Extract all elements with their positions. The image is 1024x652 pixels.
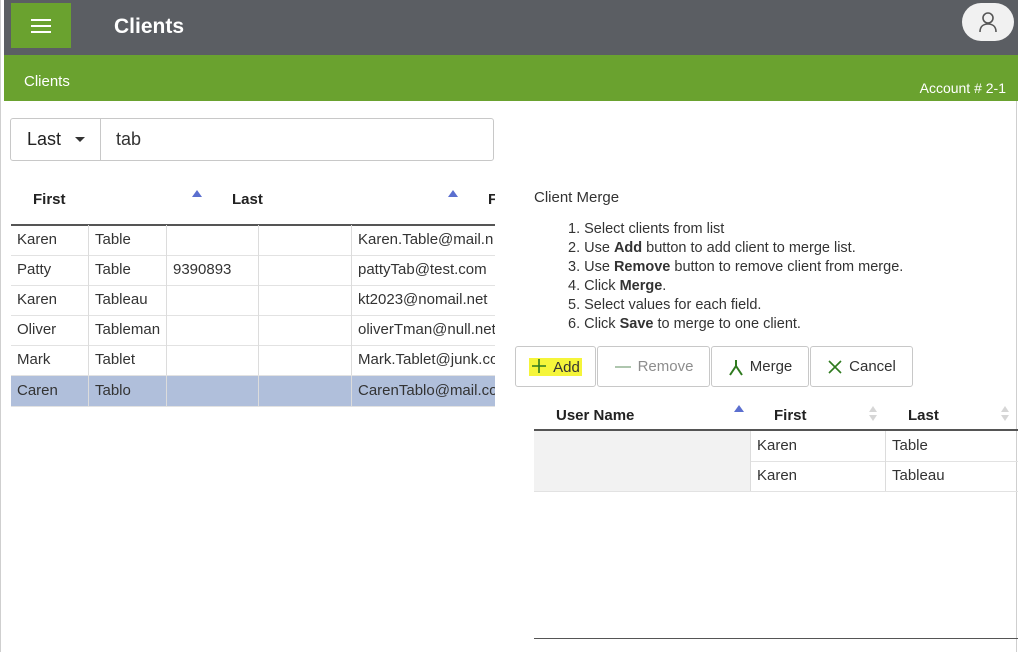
cell-last: Table	[892, 437, 928, 454]
cell-phone	[167, 376, 259, 406]
search-field-label: Last	[27, 129, 62, 149]
cell-user-name	[534, 461, 751, 491]
sort-ascending-icon[interactable]	[734, 405, 744, 412]
column-header-first[interactable]: First	[774, 407, 807, 424]
cell-first: Karen	[11, 225, 89, 255]
cell-first: Caren	[11, 376, 89, 406]
table-row[interactable]: Karen Tableau	[534, 461, 1018, 492]
cell-extra	[259, 345, 352, 375]
user-account-button[interactable]	[962, 3, 1014, 41]
cell-phone	[167, 285, 259, 315]
page-title: Clients	[114, 15, 185, 38]
cell-extra	[259, 376, 352, 406]
instruction-step: 6. Click Save to merge to one client.	[568, 316, 801, 332]
sub-header: Clients Account # 2-1	[4, 55, 1018, 101]
minus-icon	[614, 365, 631, 368]
remove-button[interactable]: Remove	[597, 346, 710, 387]
caret-down-icon	[75, 137, 86, 142]
instruction-step: 5. Select values for each field.	[568, 297, 762, 313]
merge-table-header: User Name First Last	[534, 400, 1018, 431]
cell-last: Tablet	[89, 345, 167, 375]
cell-last: Tableau	[892, 467, 945, 484]
instruction-step: 2. Use Add button to add client to merge…	[568, 240, 856, 256]
close-icon	[828, 359, 842, 374]
table-row[interactable]: Karen Tableau kt2023@nomail.net	[11, 285, 495, 316]
cell-last: Table	[89, 225, 167, 255]
sort-ascending-icon[interactable]	[192, 190, 202, 197]
column-header-last[interactable]: Last	[232, 191, 263, 208]
table-row[interactable]: Patty Table 9390893 pattyTab@test.com	[11, 255, 495, 286]
cell-last: Tableau	[89, 285, 167, 315]
client-table-header: First Last F	[11, 180, 495, 226]
cell-last: Tablo	[89, 376, 167, 406]
instruction-step: 4. Click Merge.	[568, 278, 667, 294]
column-header-user-name[interactable]: User Name	[556, 407, 634, 424]
table-row[interactable]: Oliver Tableman oliverTman@null.net	[11, 315, 495, 346]
cell-phone	[167, 345, 259, 375]
merge-button[interactable]: Merge	[711, 346, 809, 387]
account-number: Account # 2-1	[919, 80, 1006, 96]
table-row[interactable]: Mark Tablet Mark.Tablet@junk.co	[11, 345, 495, 376]
table-row[interactable]: Karen Table Karen.Table@mail.n	[11, 225, 495, 256]
hamburger-icon	[31, 18, 51, 33]
cell-first: Karen	[751, 461, 886, 491]
client-table: First Last F Karen Table Karen.Table@mai…	[11, 180, 495, 408]
instruction-step: 3. Use Remove button to remove client fr…	[568, 259, 904, 275]
cancel-button-label: Cancel	[849, 358, 896, 375]
sort-ascending-icon[interactable]	[448, 190, 458, 197]
table-row-selected[interactable]: Caren Tablo CarenTablo@mail.co	[11, 376, 495, 407]
merge-panel-title: Client Merge	[534, 189, 620, 206]
cancel-button[interactable]: Cancel	[810, 346, 913, 387]
cell-user-name	[534, 431, 751, 461]
user-icon	[979, 12, 997, 33]
cell-extra	[259, 255, 352, 285]
merge-icon	[728, 359, 743, 376]
cell-extra	[259, 315, 352, 345]
add-button-highlight: Add	[529, 357, 582, 376]
search-field-dropdown[interactable]: Last	[11, 119, 101, 160]
cell-extra	[259, 285, 352, 315]
divider	[534, 638, 1018, 639]
cell-email: kt2023@nomail.net	[358, 291, 488, 308]
cell-email: CarenTablo@mail.co	[358, 382, 495, 399]
cell-first: Mark	[11, 345, 89, 375]
remove-button-label: Remove	[637, 358, 694, 375]
cell-first: Karen	[751, 431, 886, 461]
plus-icon	[532, 358, 547, 373]
cell-phone	[167, 315, 259, 345]
cell-last: Tableman	[89, 315, 167, 345]
search-input[interactable]	[110, 119, 490, 160]
column-header-truncated[interactable]: F	[488, 191, 495, 208]
table-row[interactable]: Karen Table	[534, 431, 1018, 462]
column-header-last[interactable]: Last	[908, 407, 939, 424]
app-window: Clients Clients Account # 2-1 Last First…	[0, 0, 1018, 652]
cell-email: oliverTman@null.net	[358, 321, 495, 338]
add-button[interactable]: Add	[515, 346, 596, 387]
top-header: Clients	[4, 0, 1018, 55]
cell-first: Patty	[11, 255, 89, 285]
search-bar: Last	[10, 118, 494, 161]
cell-extra	[259, 225, 352, 255]
cell-email: Mark.Tablet@junk.co	[358, 351, 495, 368]
cell-last: Table	[89, 255, 167, 285]
add-button-label: Add	[553, 358, 580, 376]
instruction-step: 1. Select clients from list	[568, 221, 725, 237]
breadcrumb[interactable]: Clients	[24, 73, 70, 90]
column-header-first[interactable]: First	[33, 191, 66, 208]
cell-first: Karen	[11, 285, 89, 315]
cell-email: Karen.Table@mail.n	[358, 231, 494, 248]
merge-instructions: 1. Select clients from list 2. Use Add b…	[568, 220, 903, 334]
cell-phone: 9390893	[167, 255, 259, 285]
cell-first: Oliver	[11, 315, 89, 345]
sort-icon[interactable]	[1001, 406, 1009, 422]
sort-icon[interactable]	[869, 406, 877, 422]
cell-email: pattyTab@test.com	[358, 261, 487, 278]
merge-button-label: Merge	[749, 358, 793, 375]
menu-button[interactable]	[11, 3, 71, 48]
cell-phone	[167, 225, 259, 255]
